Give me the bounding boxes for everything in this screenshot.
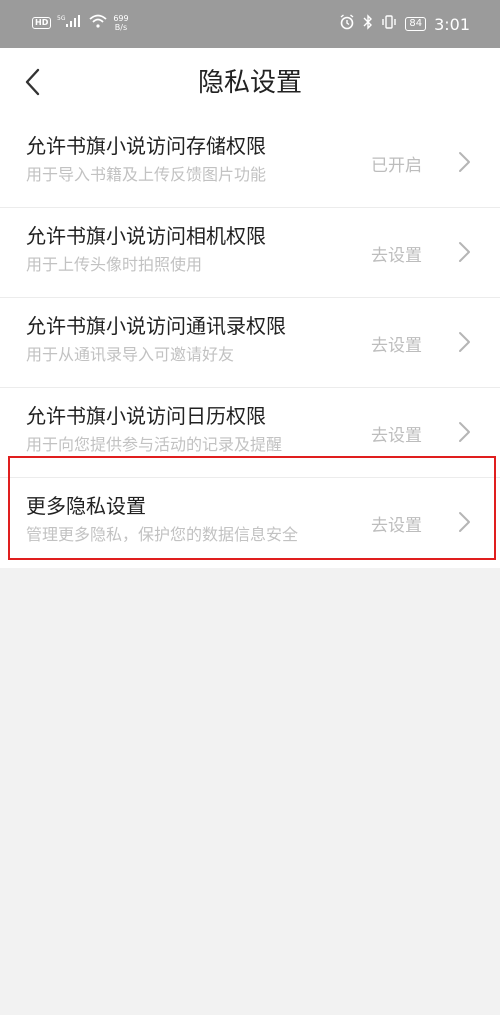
- setting-description: 用于导入书籍及上传反馈图片功能: [26, 166, 267, 184]
- clock-time: 3:01: [434, 14, 470, 34]
- network-signal-icon: 5G: [57, 14, 83, 32]
- setting-title: 更多隐私设置: [26, 494, 146, 518]
- setting-status: 去设置: [371, 426, 422, 446]
- status-bar-left: HD 5G 699 B/s: [32, 14, 129, 32]
- setting-row-camera[interactable]: 允许书旗小说访问相机权限 用于上传头像时拍照使用 去设置: [0, 208, 500, 298]
- chevron-right-icon: [459, 512, 470, 532]
- setting-title: 允许书旗小说访问相机权限: [26, 224, 266, 248]
- setting-description: 用于上传头像时拍照使用: [26, 256, 203, 274]
- setting-row-more-privacy[interactable]: 更多隐私设置 管理更多隐私，保护您的数据信息安全 去设置: [0, 478, 500, 568]
- battery-indicator: 84: [405, 17, 427, 31]
- setting-status: 去设置: [371, 246, 422, 266]
- network-type-label: 5G: [57, 15, 66, 22]
- setting-row-contacts[interactable]: 允许书旗小说访问通讯录权限 用于从通讯录导入可邀请好友 去设置: [0, 298, 500, 388]
- setting-description: 用于从通讯录导入可邀请好友: [26, 346, 235, 364]
- net-speed-value: 699: [113, 14, 129, 23]
- setting-status: 已开启: [371, 156, 422, 176]
- chevron-right-icon: [459, 332, 470, 352]
- net-speed: 699 B/s: [113, 14, 128, 32]
- status-bar: HD 5G 699 B/s 84 3:01: [0, 0, 500, 48]
- setting-row-storage[interactable]: 允许书旗小说访问存储权限 用于导入书籍及上传反馈图片功能 已开启: [0, 118, 500, 208]
- alarm-icon: [339, 14, 355, 34]
- chevron-right-icon: [459, 422, 470, 442]
- wifi-icon: [89, 14, 107, 32]
- chevron-right-icon: [459, 152, 470, 172]
- chevron-left-icon: [25, 68, 40, 96]
- hd-badge: HD: [32, 17, 52, 29]
- setting-title: 允许书旗小说访问日历权限: [26, 404, 266, 428]
- setting-description: 管理更多隐私，保护您的数据信息安全: [26, 526, 299, 544]
- back-button[interactable]: [18, 66, 50, 98]
- setting-title: 允许书旗小说访问存储权限: [26, 134, 266, 158]
- status-bar-right: 84 3:01: [339, 14, 470, 34]
- setting-status: 去设置: [371, 516, 422, 536]
- settings-list: 允许书旗小说访问存储权限 用于导入书籍及上传反馈图片功能 已开启 允许书旗小说访…: [0, 118, 500, 568]
- chevron-right-icon: [459, 242, 470, 262]
- setting-row-calendar[interactable]: 允许书旗小说访问日历权限 用于向您提供参与活动的记录及提醒 去设置: [0, 388, 500, 478]
- setting-title: 允许书旗小说访问通讯录权限: [26, 314, 286, 338]
- vibrate-icon: [381, 14, 397, 34]
- header: 隐私设置: [0, 48, 500, 118]
- net-speed-unit: B/s: [114, 23, 128, 32]
- page-title: 隐私设置: [197, 68, 302, 98]
- setting-status: 去设置: [371, 336, 422, 356]
- bluetooth-icon: [363, 14, 373, 34]
- setting-description: 用于向您提供参与活动的记录及提醒: [26, 436, 283, 454]
